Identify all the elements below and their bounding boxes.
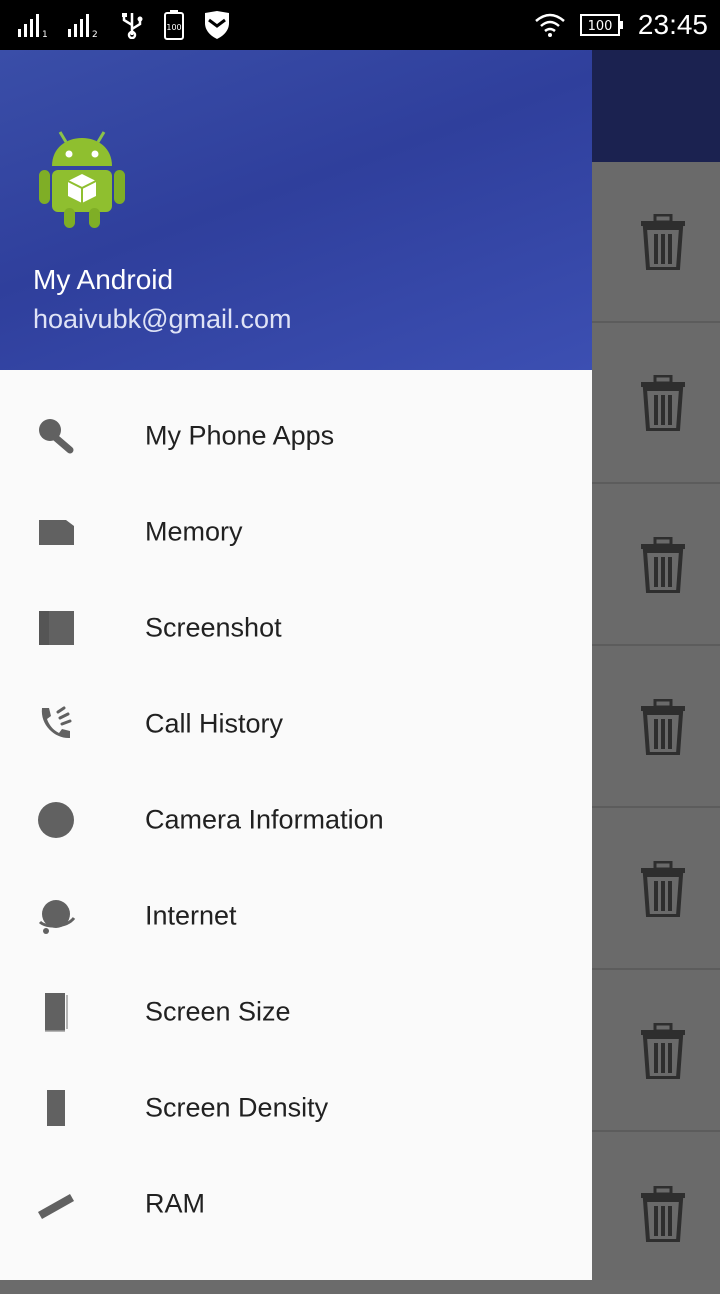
phone-size-icon — [36, 992, 76, 1032]
drawer-menu: My Phone Apps Memory Screenshot Call His… — [0, 388, 592, 1252]
trash-icon[interactable] — [640, 698, 686, 755]
trash-icon[interactable] — [640, 213, 686, 270]
sd-card-icon — [36, 512, 76, 552]
phone-call-icon — [36, 704, 76, 744]
battery-icon: 100 — [579, 13, 624, 37]
clock: 23:45 — [637, 9, 708, 40]
ram-stick-icon — [36, 1184, 76, 1224]
trash-icon[interactable] — [640, 860, 686, 917]
shield-icon — [204, 11, 230, 39]
trash-icon[interactable] — [640, 536, 686, 593]
menu-item-my-phone-apps[interactable]: My Phone Apps — [0, 388, 592, 484]
trash-icon[interactable] — [640, 374, 686, 431]
svg-text:1: 1 — [42, 30, 48, 37]
drawer-header: My Android hoaivubk@gmail.com — [0, 50, 592, 370]
menu-label: Screen Size — [145, 996, 291, 1027]
wifi-icon — [534, 13, 566, 37]
menu-label: Camera Information — [145, 804, 384, 835]
menu-item-camera-information[interactable]: Camera Information — [0, 772, 592, 868]
account-name: My Android — [33, 264, 174, 295]
menu-label: Screenshot — [145, 612, 282, 643]
menu-item-memory[interactable]: Memory — [0, 484, 592, 580]
battery-saver-icon: 100 — [164, 10, 184, 40]
menu-item-screenshot[interactable]: Screenshot — [0, 580, 592, 676]
trash-icon[interactable] — [640, 1185, 686, 1242]
svg-text:100: 100 — [166, 23, 181, 32]
menu-label: Memory — [145, 516, 243, 547]
navigation-drawer: My Android hoaivubk@gmail.com My Phone A… — [0, 50, 592, 1280]
menu-label: My Phone Apps — [145, 420, 335, 451]
android-robot-icon — [39, 131, 125, 228]
signal-2-icon: 2 — [68, 13, 100, 37]
menu-item-screen-density[interactable]: Screen Density — [0, 1060, 592, 1156]
menu-item-screen-size[interactable]: Screen Size — [0, 964, 592, 1060]
camera-circle-icon — [36, 800, 76, 840]
menu-item-internet[interactable]: Internet — [0, 868, 592, 964]
menu-item-ram[interactable]: RAM — [0, 1156, 592, 1252]
svg-text:2: 2 — [92, 30, 98, 37]
menu-label: RAM — [145, 1188, 205, 1219]
menu-label: Screen Density — [145, 1092, 329, 1123]
signal-1-icon: 1 — [18, 13, 48, 37]
phone-density-icon — [36, 1088, 76, 1128]
menu-label: Call History — [145, 708, 284, 739]
menu-item-call-history[interactable]: Call History — [0, 676, 592, 772]
status-bar: 1 2 100 100 23:45 — [0, 0, 720, 50]
trash-icon[interactable] — [640, 1022, 686, 1079]
search-icon — [36, 416, 76, 456]
svg-text:100: 100 — [588, 19, 613, 34]
account-email: hoaivubk@gmail.com — [33, 304, 292, 334]
menu-label: Internet — [145, 900, 237, 931]
globe-icon — [36, 896, 76, 936]
usb-icon — [120, 11, 144, 39]
screenshot-icon — [36, 608, 76, 648]
